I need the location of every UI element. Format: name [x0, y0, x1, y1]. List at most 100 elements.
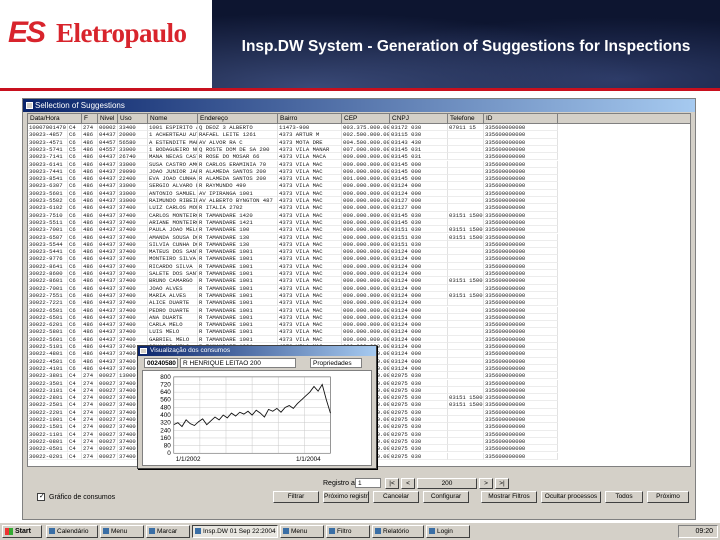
table-cell: 486 — [82, 321, 98, 329]
table-row[interactable]: 10007001470 C4 274 00002 33400 1001 ESPIRITO … — [28, 124, 690, 132]
column-header[interactable]: Nivel — [98, 114, 118, 124]
table-cell: 03124 000 — [390, 270, 448, 278]
hide-processes-button[interactable]: Ocultar processos — [541, 491, 601, 503]
taskbar-task[interactable]: Relatório — [372, 525, 424, 538]
table-cell: 03151 1500 — [448, 211, 484, 219]
table-row[interactable]: 30022-5801 C6 486 04437 37400 LUIS MELO R TAMA… — [28, 328, 690, 336]
installation-address-field[interactable]: R HENRIQUE LEITAO 200 — [180, 358, 296, 368]
table-row[interactable]: 30023-6507C64860443737400AMANDA SOUSA DO… — [28, 233, 690, 241]
column-header[interactable]: Telefone — [448, 114, 484, 124]
table-row[interactable]: 30023-5502 C6 486 04437 33000 RAIMUNDO RIBEIR… — [28, 197, 690, 205]
table-row[interactable]: 30022-5601 C6 486 04437 37400 GABRIEL MELO R T… — [28, 335, 690, 343]
table-row[interactable]: 30023-7001 C6 486 04437 37400 PAULA JOAO MELO… — [28, 226, 690, 234]
taskbar-task[interactable]: Menu — [280, 525, 324, 538]
table-row[interactable]: 30022-8601 C6 486 04437 37400 BRUNO CAMARGO R … — [28, 277, 690, 285]
table-cell: 486 — [82, 153, 98, 161]
installation-code-field[interactable]: 00240580 — [144, 358, 178, 368]
column-header[interactable]: CEP — [342, 114, 390, 124]
table-cell — [448, 416, 484, 424]
table-row[interactable]: 30023-6102C64860443737400LUIZ CARLOS MON… — [28, 204, 690, 212]
cancel-button[interactable]: Cancelar — [373, 491, 419, 503]
column-header[interactable]: Bairro — [278, 114, 342, 124]
table-row[interactable]: 30022-8641 C6 486 04437 37400 RICARDO SILVA R … — [28, 262, 690, 270]
table-cell: 04437 — [98, 204, 118, 212]
column-header[interactable]: Nome — [148, 114, 198, 124]
taskbar-task[interactable]: Insp.DW 01 Sep 22:2004 — [192, 525, 278, 538]
table-row[interactable]: 30023-5601 C6 486 04437 33000 ANTONIO SAMUEL … — [28, 189, 690, 197]
table-cell: 000.000.000.000-16 — [342, 204, 390, 212]
popup-titlebar[interactable]: Visualização dos consumos — [138, 346, 376, 356]
table-cell: 03145 031 — [390, 153, 448, 161]
table-row[interactable]: 30022-7221 C6 486 04437 37400 ALICE DUARTE R T… — [28, 299, 690, 307]
column-header[interactable]: ID — [484, 114, 558, 124]
slide-title: Insp.DW System - Generation of Suggestio… — [241, 38, 691, 55]
table-row[interactable]: 30023-5544C64860443737400SILVIA CUNHA DO… — [28, 240, 690, 249]
configure-button[interactable]: Configurar — [423, 491, 469, 503]
record-number-field[interactable]: 1 — [355, 478, 381, 488]
consumption-chart-checkbox[interactable]: ✓ — [37, 493, 45, 501]
table-cell: 001.000.000.000-05 — [342, 175, 390, 183]
previous-record-button[interactable]: < — [401, 478, 415, 489]
taskbar-task[interactable]: Calendário — [46, 525, 98, 538]
table-cell: 04437 — [98, 211, 118, 219]
table-cell: 4373 VILA MAC — [278, 226, 342, 234]
table-row[interactable]: 30023-5511 C6 486 04437 37400 ARIANE MONTEIRO… — [28, 218, 690, 227]
table-cell: 335600000000 — [484, 321, 558, 329]
table-cell: 30023-6102 — [28, 204, 68, 212]
table-row[interactable]: 30023-8541 C6 486 04437 22400 EVA JOAO CUNHA R… — [28, 175, 690, 183]
column-header[interactable]: Uso — [118, 114, 148, 124]
table-row[interactable]: 30023-7141C64860443726740MANA NECAS CAST… — [28, 153, 690, 161]
table-cell: 1001 ESPIRITO ALTAS — [148, 124, 198, 132]
filter-button[interactable]: Filtrar — [273, 491, 319, 503]
record-count-field[interactable]: 200 — [417, 478, 477, 489]
table-row[interactable]: 30022-9776 C6 486 04437 37400 MONTEIRO SILVA R… — [28, 255, 690, 263]
table-cell: C5 — [68, 145, 82, 154]
next-register-button[interactable]: Próximo registro — [323, 491, 369, 503]
table-row[interactable]: 30023-5741C548604557330001 BODAGUEIRO NU… — [28, 145, 690, 154]
first-record-button[interactable]: |< — [385, 478, 399, 489]
table-cell: 03172 030 — [390, 124, 448, 132]
table-row[interactable]: 30022-7551 C6 486 04437 37400 MARIA ALVES R TA… — [28, 291, 690, 300]
table-row[interactable]: 30023-4857C648604437200001 ACHERTEAU AUT… — [28, 131, 690, 139]
next-record-button[interactable]: > — [479, 478, 493, 489]
table-cell: 335600000000 — [484, 175, 558, 183]
table-row[interactable]: 30023-5441C64860443737400MATEUS DOS SANT… — [28, 248, 690, 256]
show-filters-button[interactable]: Mostrar Filtros — [481, 491, 537, 503]
table-row[interactable]: 30023-4571C64860445756580A ESTENDITE MAR… — [28, 138, 690, 146]
table-cell: 4373 VILA MAC — [278, 255, 342, 263]
taskbar-task[interactable]: Menu — [100, 525, 144, 538]
table-row[interactable]: 30023-7510 C6 486 04437 37400 CARLOS MONTEIRO… — [28, 211, 690, 219]
table-cell: 03124 000 — [390, 313, 448, 322]
table-row[interactable]: 30023-6141 C6 486 04437 33000 SUSA CASTRO AMO… — [28, 160, 690, 168]
table-row[interactable]: 30022-8600C64860443737400SALETE DOS SANT… — [28, 270, 690, 278]
table-row[interactable]: 30022-7001 C6 486 04437 37400 JOAO ALVES R TAM… — [28, 284, 690, 292]
table-row[interactable]: 30023-6307 C6 486 04437 33000 SERGIO ALVARO R… — [28, 182, 690, 190]
table-cell: C6 — [68, 240, 82, 249]
table-cell: 30023-5741 — [28, 145, 68, 154]
column-header[interactable]: F — [82, 114, 98, 124]
table-row[interactable]: 30022-6201 C6 486 04437 37400 CARLA MELO R TAM… — [28, 321, 690, 329]
properties-button[interactable]: Propriedades — [310, 358, 362, 368]
table-cell: Q ROSTE DOM DE SA 200 — [198, 145, 278, 154]
title-banner: Insp.DW System - Generation of Suggestio… — [212, 0, 720, 88]
table-row[interactable]: 30022-6501 C6 486 04437 37400 ANA DUARTE R TAM… — [28, 313, 690, 322]
table-cell: 37400 — [118, 262, 148, 270]
table-cell: R TAMANDARE 1421 — [198, 218, 278, 227]
column-header[interactable]: CNPJ — [390, 114, 448, 124]
taskbar-task[interactable]: Login — [426, 525, 470, 538]
next-button[interactable]: Próximo — [647, 491, 689, 503]
start-button[interactable]: Start — [2, 525, 42, 538]
last-record-button[interactable]: >| — [495, 478, 509, 489]
table-cell — [448, 255, 484, 263]
window-titlebar[interactable]: Sellection of Suggestions — [23, 99, 695, 112]
table-row[interactable]: 30022-6501 C6 486 04437 37400 PEDRO DUARTE R T… — [28, 306, 690, 314]
table-cell: 04437 — [98, 197, 118, 205]
table-cell: GABRIEL MELO — [148, 335, 198, 343]
taskbar-task[interactable]: Filtro — [326, 525, 370, 538]
table-cell: 03124 000 — [390, 262, 448, 270]
column-header[interactable]: Data/Hora — [28, 114, 82, 124]
column-header[interactable]: Endereço — [198, 114, 278, 124]
table-row[interactable]: 30023-7441 C6 486 04437 29090 JOAO JUNIOR JA R… — [28, 167, 690, 176]
all-button[interactable]: Todos — [605, 491, 643, 503]
taskbar-task[interactable]: Marcar — [146, 525, 190, 538]
